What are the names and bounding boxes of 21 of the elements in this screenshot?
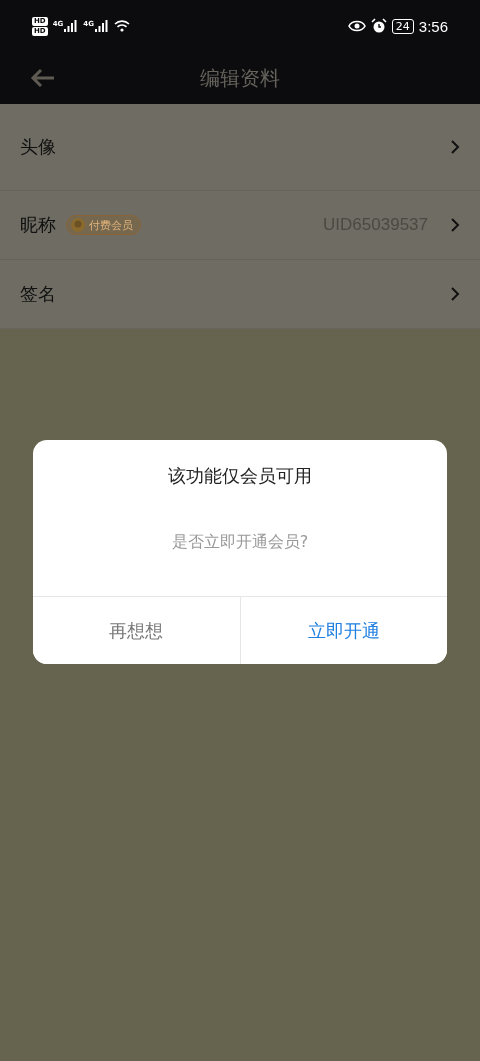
row-label: 头像 xyxy=(20,135,56,159)
badge-label: 付费会员 xyxy=(89,217,133,233)
back-arrow-icon[interactable] xyxy=(30,68,56,88)
eye-icon xyxy=(347,20,366,32)
clock-time: 3:56 xyxy=(418,17,448,35)
settings-row[interactable]: 头像 xyxy=(0,104,480,191)
signal-icon xyxy=(64,20,79,32)
alarm-clock-icon xyxy=(370,18,387,34)
page-title: 编辑资料 xyxy=(200,64,280,92)
battery-icon: 24 xyxy=(391,18,414,34)
dialog-title: 该功能仅会员可用 xyxy=(167,464,313,488)
row-label: 昵称 xyxy=(20,213,56,237)
dialog-message: 是否立即开通会员? xyxy=(170,532,310,553)
chevron-right-icon xyxy=(450,218,460,232)
cancel-button[interactable]: 再想想 xyxy=(33,597,241,664)
signal-icon xyxy=(94,20,109,32)
wifi-icon xyxy=(113,20,130,32)
settings-row[interactable]: 签名 xyxy=(0,260,480,329)
row-label: 签名 xyxy=(20,282,56,306)
chevron-right-icon xyxy=(450,140,460,154)
chevron-right-icon xyxy=(450,287,460,301)
